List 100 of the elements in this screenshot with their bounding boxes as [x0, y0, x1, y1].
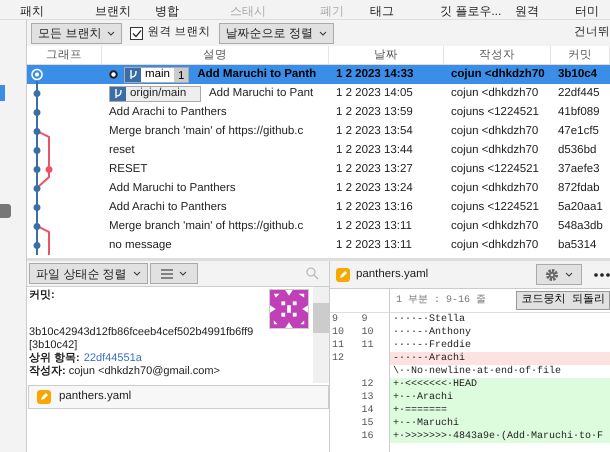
commit-author: cojun <dhkdzh70 [450, 66, 546, 82]
column-header[interactable]: 커밋 [551, 46, 610, 64]
line-number: 12 [360, 378, 375, 391]
commit-hash: 3b10c4 [557, 66, 598, 82]
commit-row[interactable]: no message 1 2 2023 13:11 cojun <dhkdzh70 ba5314 [27, 236, 610, 255]
short-hash: [3b10c42] [29, 339, 78, 352]
commit-hash: 37aefe3 [557, 162, 601, 177]
commit-label: 커밋: [29, 289, 56, 302]
commit-author: cojuns <1224521 [450, 162, 540, 177]
list-icon [160, 268, 173, 278]
toolbar-button[interactable]: 브랜치 [95, 2, 131, 20]
line-number: 11 [331, 339, 346, 352]
line-number: 9 [360, 313, 369, 326]
commit-date: 1 2 2023 13:16 [335, 200, 414, 215]
commit-row[interactable]: Merge branch 'main' of https://github.c 1 2 2023 13:11 cojun <dhkdzh70 548a3db [27, 217, 610, 236]
skip-label: 건너뛰 [574, 25, 610, 40]
settings-dropdown[interactable] [536, 264, 582, 285]
line-number: 13 [360, 391, 375, 404]
toolbar-button[interactable]: 패치 [20, 2, 44, 20]
file-list-item[interactable]: panthers.yaml [28, 385, 329, 409]
column-header[interactable]: 날짜 [329, 46, 444, 64]
commit-row[interactable]: main 1 Add Maruchi to Panth 1 2 2023 14:33 cojun <dhkdzh70 3b10c4 [27, 65, 610, 84]
diff-line: ····-·Stella [392, 313, 466, 326]
file-sort-dropdown[interactable]: 파일 상태순 정렬 [29, 263, 148, 284]
author-line: 작성자: cojun <dhkdzh70@gmail.com> [29, 365, 221, 378]
line-number: 11 [360, 339, 375, 352]
commit-row[interactable]: Add Arachi to Panthers 1 2 2023 13:59 cojuns <1224521 41bf089 [27, 103, 610, 122]
caret-icon [132, 271, 141, 276]
parent-commit-link[interactable]: 22df44551a [84, 352, 142, 365]
remote-branch-tag[interactable]: origin/main [109, 86, 201, 102]
commit-date: 1 2 2023 13:11 [335, 238, 413, 253]
commit-date: 1 2 2023 14:05 [335, 86, 414, 101]
commit-author: cojun <dhkdzh70 [450, 238, 540, 253]
remote-branches-checkbox[interactable] [130, 26, 144, 40]
line-number: 9 [331, 313, 340, 326]
branch-filter-dropdown[interactable]: 모든 브랜치 [31, 22, 122, 44]
diff-line: ····-·Anthony [392, 326, 472, 339]
caret-icon [318, 30, 327, 36]
revert-hunk-button[interactable]: 코드뭉치 되돌리 [516, 291, 610, 310]
commit-hash: 47e1cf5 [557, 124, 600, 139]
line-number: 14 [360, 404, 375, 417]
commit-author: cojun <dhkdzh70 [450, 180, 540, 196]
commit-hash: 872fdab [557, 180, 601, 196]
commit-hash-full: 3b10c42943d12fb86fceeb4cef502b4991fb6ff9 [29, 326, 254, 339]
commit-hash: ba5314 [557, 238, 598, 253]
toolbar-button[interactable]: 병합 [155, 2, 179, 20]
view-mode-dropdown[interactable] [150, 263, 198, 284]
commit-author: cojun <dhkdzh70 [450, 86, 540, 101]
commit-hash: 41bf089 [557, 104, 601, 120]
commit-date: 1 2 2023 13:27 [335, 162, 414, 177]
commit-row[interactable]: Add Maruchi to Panthers 1 2 2023 13:24 cojun <dhkdzh70 872fdab [27, 179, 610, 198]
more-icon[interactable] [594, 272, 610, 276]
head-marker-icon [109, 70, 118, 79]
caret-icon [565, 272, 573, 277]
sort-dropdown[interactable]: 날짜순으로 정렬 [218, 22, 334, 44]
caret-icon [107, 30, 116, 36]
commit-message: no message [109, 238, 172, 253]
parent-label: 상위 항목: [29, 352, 80, 365]
hunk-header: 1 부분 : 9-16 줄 [396, 294, 486, 308]
commit-author: cojun <dhkdzh70 [450, 142, 540, 158]
modified-file-icon [37, 390, 51, 404]
commit-author: cojun <dhkdzh70 [450, 218, 540, 234]
commit-date: 1 2 2023 13:54 [335, 124, 414, 139]
column-header[interactable]: 그래프 [27, 46, 102, 64]
commit-message: Add Maruchi to Panthers [109, 180, 236, 196]
line-number: 16 [360, 430, 375, 443]
settings-icon [545, 268, 559, 282]
commit-row[interactable]: RESET 1 2 2023 13:27 cojuns <1224521 37aefe3 [27, 160, 610, 179]
toolbar-button[interactable]: 깃 플로우... [440, 2, 502, 20]
commit-row[interactable]: origin/main Add Maruchi to Pant 1 2 2023 14:05 cojun <dhkdzh70 22df445 [27, 84, 610, 103]
commit-message: Add Maruchi to Pant [209, 86, 314, 101]
modified-file-icon [336, 268, 350, 282]
commit-hash: 22df445 [557, 86, 601, 101]
avatar-identicon [269, 289, 309, 329]
commit-hash: d536bd [557, 142, 598, 158]
commit-row[interactable]: reset 1 2 2023 13:44 cojun <dhkdzh70 d536bd [27, 141, 610, 160]
scrollbar[interactable] [313, 287, 329, 383]
commit-row[interactable]: Add Arachi to Panthers 1 2 2023 13:16 cojuns <1224521 5a20aa1 [27, 198, 610, 217]
toolbar-button[interactable]: 태그 [370, 2, 394, 20]
toolbar-button[interactable]: 터미 [575, 2, 599, 20]
commit-date: 1 2 2023 13:59 [335, 104, 414, 120]
commit-message: Add Arachi to Panthers [109, 104, 227, 120]
column-header[interactable]: 작성자 [444, 46, 551, 64]
commit-date: 1 2 2023 13:11 [335, 218, 413, 234]
commit-author: cojuns <1224521 [450, 104, 540, 120]
branch-icon [128, 69, 138, 80]
commit-message: RESET [109, 162, 148, 177]
file-name: panthers.yaml [59, 389, 132, 404]
toolbar-button[interactable]: 원격 [515, 2, 539, 20]
line-number: 10 [331, 326, 346, 339]
commit-row[interactable]: Merge branch 'main' of https://github.c 1 2 2023 13:54 cojun <dhkdzh70 47e1cf5 [27, 122, 610, 141]
commit-message: Add Arachi to Panthers [109, 200, 227, 215]
commit-date: 1 2 2023 13:24 [335, 180, 414, 196]
column-header[interactable]: 설명 [102, 46, 329, 64]
commit-hash: 5a20aa1 [557, 200, 604, 215]
sidebar-selection-marker [0, 85, 5, 101]
branch-icon [113, 88, 123, 99]
diff-line: ····-·Freddie [392, 339, 472, 352]
line-number: 15 [360, 417, 375, 430]
branch-tag[interactable]: main 1 [124, 66, 190, 82]
